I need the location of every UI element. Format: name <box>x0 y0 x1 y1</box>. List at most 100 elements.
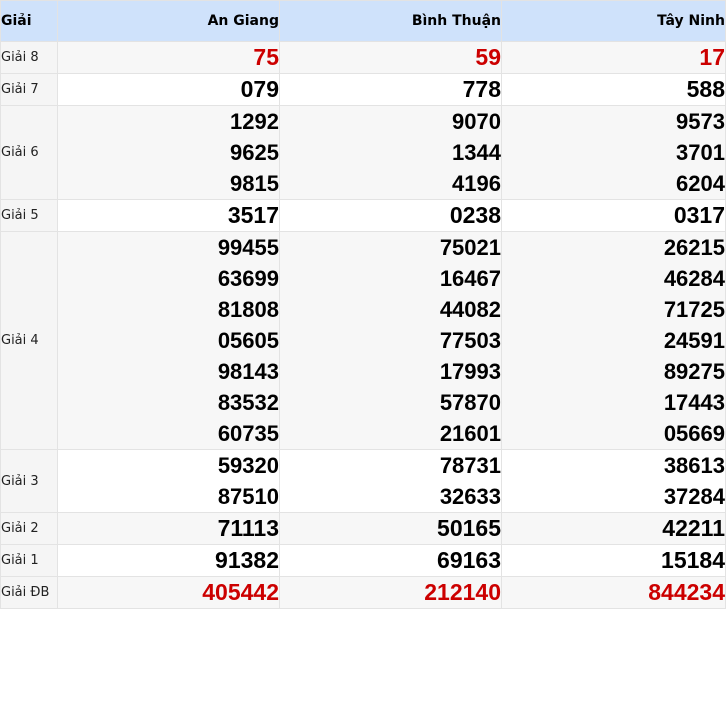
prize-number: 91382 <box>215 547 279 573</box>
prize-number: 50165 <box>437 515 501 541</box>
prize-cell: 0317 <box>501 199 726 232</box>
prize-cell: 17 <box>501 41 726 74</box>
prize-number: 83532 <box>217 390 279 415</box>
prize-number: 78731 <box>439 453 501 478</box>
prize-cell: 69163 <box>279 544 502 577</box>
prize-number: 405442 <box>202 579 279 605</box>
prize-number: 079 <box>240 76 279 102</box>
prize-row: Giải 7 079 778 588 <box>0 73 726 106</box>
prize-label: Giải 2 <box>0 512 58 545</box>
prize-cell: 38613 37284 <box>501 449 726 513</box>
prize-label: Giải 6 <box>0 105 58 200</box>
prize-number: 778 <box>462 76 501 102</box>
prize-number: 38613 <box>663 453 725 478</box>
prize-number: 24591 <box>663 328 725 353</box>
prize-number: 0238 <box>449 202 501 228</box>
prize-cell: 78731 32633 <box>279 449 502 513</box>
prize-cell: 079 <box>57 73 280 106</box>
prize-number: 75021 <box>439 235 501 260</box>
prize-number: 42211 <box>662 515 725 541</box>
prize-number: 59320 <box>217 453 279 478</box>
prize-label: Giải ĐB <box>0 576 58 609</box>
prize-row: Giải 6 1292 9625 9815 9070 1344 4196 9573 3701 62… <box>0 105 726 200</box>
prize-number: 3701 <box>676 140 725 165</box>
prize-cell: 91382 <box>57 544 280 577</box>
prize-cell: 588 <box>501 73 726 106</box>
prize-number: 15184 <box>661 547 725 573</box>
prize-cell: 99455 63699 81808 05605 98143 83532 60735 <box>57 231 280 450</box>
prize-cell: 405442 <box>57 576 280 609</box>
prize-number: 60735 <box>217 421 279 446</box>
prize-row: Giải ĐB 405442 212140 844234 <box>0 576 726 609</box>
prize-number: 05605 <box>217 328 279 353</box>
prize-column-header: Giải <box>0 0 58 42</box>
prize-number: 9625 <box>230 140 279 165</box>
prize-cell: 42211 <box>501 512 726 545</box>
prize-number: 9573 <box>676 109 725 134</box>
prize-cell: 15184 <box>501 544 726 577</box>
prize-number: 99455 <box>217 235 279 260</box>
prize-row: Giải 3 59320 87510 78731 32633 38613 37284 <box>0 449 726 513</box>
prize-number: 81808 <box>217 297 279 322</box>
province-header-binh-thuan: Bình Thuận <box>279 0 502 42</box>
prize-number: 46284 <box>663 266 725 291</box>
prize-label: Giải 1 <box>0 544 58 577</box>
prize-number: 26215 <box>663 235 725 260</box>
prize-row: Giải 5 3517 0238 0317 <box>0 199 726 232</box>
prize-row: Giải 8 75 59 17 <box>0 41 726 74</box>
prize-cell: 59 <box>279 41 502 74</box>
prize-number: 17 <box>699 44 725 70</box>
prize-number: 1292 <box>230 109 279 134</box>
prize-number: 71725 <box>663 297 725 322</box>
prize-number: 588 <box>686 76 725 102</box>
prize-number: 212140 <box>424 579 501 605</box>
prize-number: 3517 <box>227 202 279 228</box>
prize-number: 89275 <box>663 359 725 384</box>
prize-cell: 75021 16467 44082 77503 17993 57870 21601 <box>279 231 502 450</box>
prize-number: 98143 <box>217 359 279 384</box>
prize-label: Giải 4 <box>0 231 58 450</box>
prize-number: 0317 <box>673 202 725 228</box>
prize-number: 69163 <box>437 547 501 573</box>
prize-number: 9815 <box>230 171 279 196</box>
prize-number: 57870 <box>439 390 501 415</box>
lottery-results-table: Giải An Giang Bình Thuận Tây Ninh Giải 8… <box>0 0 726 609</box>
province-header-an-giang: An Giang <box>57 0 280 42</box>
prize-label: Giải 8 <box>0 41 58 74</box>
prize-cell: 26215 46284 71725 24591 89275 17443 05669 <box>501 231 726 450</box>
prize-number: 16467 <box>439 266 501 291</box>
prize-cell: 212140 <box>279 576 502 609</box>
prize-number: 21601 <box>439 421 501 446</box>
prize-cell: 59320 87510 <box>57 449 280 513</box>
prize-label: Giải 5 <box>0 199 58 232</box>
prize-number: 844234 <box>648 579 725 605</box>
prize-cell: 844234 <box>501 576 726 609</box>
prize-cell: 3517 <box>57 199 280 232</box>
prize-number: 17443 <box>663 390 725 415</box>
prize-cell: 75 <box>57 41 280 74</box>
prize-number: 75 <box>253 44 279 70</box>
prize-number: 71113 <box>217 515 279 541</box>
prize-row: Giải 2 71113 50165 42211 <box>0 512 726 545</box>
prize-number: 59 <box>475 44 501 70</box>
prize-cell: 778 <box>279 73 502 106</box>
prize-cell: 50165 <box>279 512 502 545</box>
prize-cell: 0238 <box>279 199 502 232</box>
prize-number: 77503 <box>439 328 501 353</box>
prize-number: 9070 <box>452 109 501 134</box>
prize-label: Giải 3 <box>0 449 58 513</box>
prize-cell: 9070 1344 4196 <box>279 105 502 200</box>
prize-number: 37284 <box>663 484 725 509</box>
prize-cell: 9573 3701 6204 <box>501 105 726 200</box>
prize-number: 32633 <box>439 484 501 509</box>
prize-row: Giải 4 99455 63699 81808 05605 98143 83532 6073… <box>0 231 726 450</box>
prize-number: 4196 <box>452 171 501 196</box>
province-header-tay-ninh: Tây Ninh <box>501 0 726 42</box>
prize-number: 63699 <box>217 266 279 291</box>
prize-cell: 71113 <box>57 512 280 545</box>
prize-row: Giải 1 91382 69163 15184 <box>0 544 726 577</box>
prize-cell: 1292 9625 9815 <box>57 105 280 200</box>
header-row: Giải An Giang Bình Thuận Tây Ninh <box>0 0 726 42</box>
prize-number: 1344 <box>452 140 501 165</box>
results-body: Giải 8 75 59 17 Giải 7 079 778 588 Giải 6 1292 962… <box>0 41 726 609</box>
